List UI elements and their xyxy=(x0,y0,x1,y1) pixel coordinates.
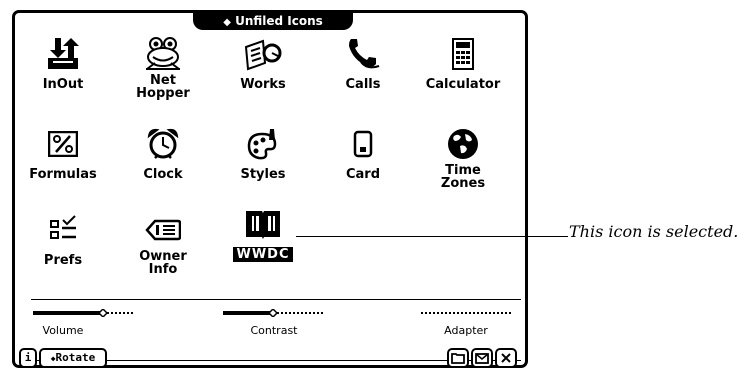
slider-knob[interactable] xyxy=(269,309,277,317)
card-icon xyxy=(311,123,415,163)
slider-fill xyxy=(33,311,103,315)
info-button[interactable]: i xyxy=(19,348,37,368)
app-label: Net Hopper xyxy=(136,73,190,101)
app-label: Owner Info xyxy=(139,249,187,277)
volume-slider[interactable] xyxy=(33,308,133,318)
app-owner-info[interactable]: Owner Info xyxy=(111,209,215,277)
app-label: Works xyxy=(240,77,286,92)
app-wwdc[interactable]: WWDC xyxy=(211,203,315,262)
app-label: Prefs xyxy=(43,253,83,268)
owner-info-icon xyxy=(111,209,215,249)
app-label: Clock xyxy=(143,167,183,182)
rotate-button[interactable]: ◆Rotate xyxy=(39,348,107,368)
palette-icon xyxy=(211,123,315,163)
percent-icon xyxy=(11,123,115,163)
app-styles[interactable]: Styles xyxy=(211,123,315,182)
folder-title: Unfiled Icons xyxy=(235,14,323,28)
close-icon xyxy=(501,353,511,363)
app-label: Calls xyxy=(345,77,381,92)
slider-fill xyxy=(223,311,273,315)
folder-tab-marker: ◆ xyxy=(223,17,231,28)
folder-tab[interactable]: ◆ Unfiled Icons xyxy=(193,13,353,30)
book-icon xyxy=(211,203,315,243)
contrast-slider[interactable] xyxy=(223,308,323,318)
adapter-track xyxy=(421,312,511,314)
folder-button[interactable] xyxy=(447,348,469,368)
prefs-icon xyxy=(11,209,115,249)
alarm-clock-icon xyxy=(111,123,215,163)
app-calls[interactable]: Calls xyxy=(311,33,415,92)
app-formulas[interactable]: Formulas xyxy=(11,123,115,182)
app-prefs[interactable]: Prefs xyxy=(11,209,115,268)
slider-track xyxy=(107,312,133,314)
app-clock[interactable]: Clock xyxy=(111,123,215,182)
calculator-icon xyxy=(411,33,515,73)
callout-line xyxy=(296,236,568,237)
envelope-icon xyxy=(475,353,489,364)
app-label: Card xyxy=(345,167,381,182)
close-button[interactable] xyxy=(495,348,517,368)
contrast-label: Contrast xyxy=(250,324,298,337)
app-label-selected: WWDC xyxy=(233,247,293,262)
info-button-label: i xyxy=(24,351,32,364)
app-calculator[interactable]: Calculator xyxy=(411,33,515,92)
app-card[interactable]: Card xyxy=(311,123,415,182)
mail-button[interactable] xyxy=(471,348,493,368)
app-net-hopper[interactable]: Net Hopper xyxy=(111,33,215,101)
adapter-label: Adapter xyxy=(444,324,488,337)
callout-text: This icon is selected. xyxy=(569,222,739,241)
phone-icon xyxy=(311,33,415,73)
slider-knob[interactable] xyxy=(99,309,107,317)
app-label: Styles xyxy=(240,167,286,182)
app-label: Calculator xyxy=(425,77,501,92)
app-label: Formulas xyxy=(29,167,97,182)
globe-icon xyxy=(411,123,515,163)
app-works[interactable]: Works xyxy=(211,33,315,92)
slider-track xyxy=(277,312,323,314)
frog-icon xyxy=(111,33,215,73)
newton-screen: ◆ Unfiled Icons InOut Net Hopper Works C… xyxy=(12,10,528,368)
app-label: InOut xyxy=(42,77,84,92)
adapter-indicator xyxy=(421,308,511,318)
app-label: Time Zones xyxy=(440,163,486,191)
app-time-zones[interactable]: Time Zones xyxy=(411,123,515,191)
button-bar: i ◆Rotate xyxy=(19,348,521,370)
works-icon xyxy=(211,33,315,73)
status-divider xyxy=(31,299,521,300)
folder-icon xyxy=(451,353,465,364)
rotate-button-label: Rotate xyxy=(55,351,96,364)
volume-label: Volume xyxy=(42,324,84,337)
inout-icon xyxy=(11,33,115,73)
app-inout[interactable]: InOut xyxy=(11,33,115,92)
